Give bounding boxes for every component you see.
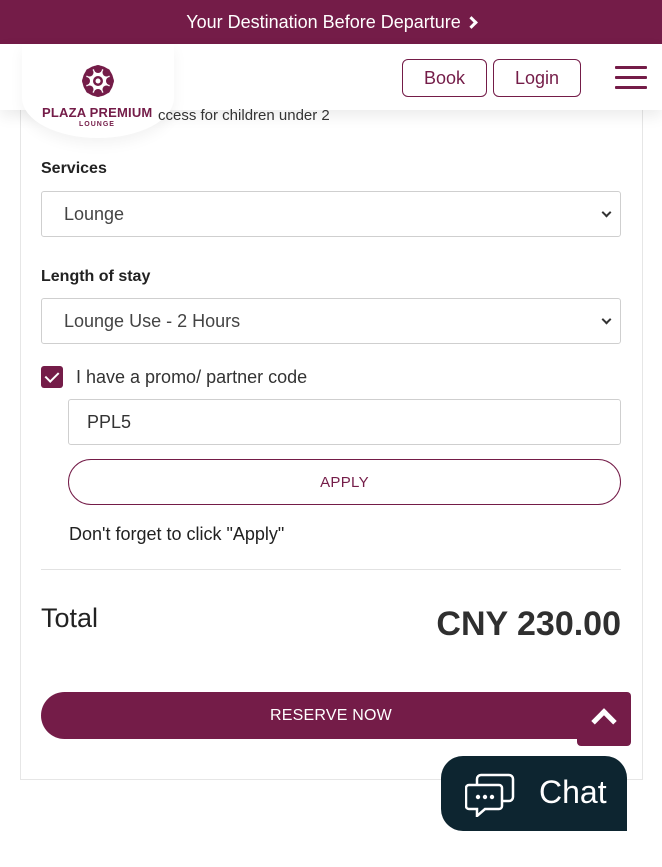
chat-button[interactable]: Chat [441,756,627,831]
children-access-note: ccess for children under 2 [158,107,330,124]
hamburger-icon[interactable] [615,66,647,90]
stay-selected-value: Lounge Use - 2 Hours [64,310,241,331]
divider [41,569,621,570]
apply-button[interactable]: APPLY [68,459,621,505]
logo-subtitle: LOUNGE [79,121,115,128]
arrow-up-icon [591,708,617,734]
promo-code-input[interactable]: PPL5 [68,399,621,445]
services-selected-value: Lounge [64,203,125,224]
length-of-stay-select[interactable]: Lounge Use - 2 Hours [41,298,621,344]
promo-checkbox[interactable] [41,366,63,388]
services-select[interactable]: Lounge [41,191,621,237]
scroll-to-top-button[interactable] [577,692,631,746]
promo-checkbox-label[interactable]: I have a promo/ partner code [76,367,307,388]
lotus-logo-icon [82,65,114,97]
chevron-right-icon [464,15,478,29]
total-label: Total [41,603,99,633]
length-of-stay-label: Length of stay [41,268,151,285]
top-banner[interactable]: Your Destination Before Departure [0,0,662,44]
reserve-now-button[interactable]: RESERVE NOW [41,692,621,739]
book-button[interactable]: Book [402,59,487,97]
services-label: Services [41,160,107,177]
chevron-down-icon [601,207,612,218]
apply-reminder: Don't forget to click "Apply" [69,524,285,544]
logo-name: PLAZA PREMIUM [42,105,153,120]
chevron-down-icon [601,314,612,325]
login-button[interactable]: Login [493,59,581,97]
total-price: CNY 230.00 [436,605,621,643]
chat-label: Chat [539,774,607,810]
banner-text[interactable]: Your Destination Before Departure [186,12,461,33]
chat-bubble-icon [465,773,515,817]
